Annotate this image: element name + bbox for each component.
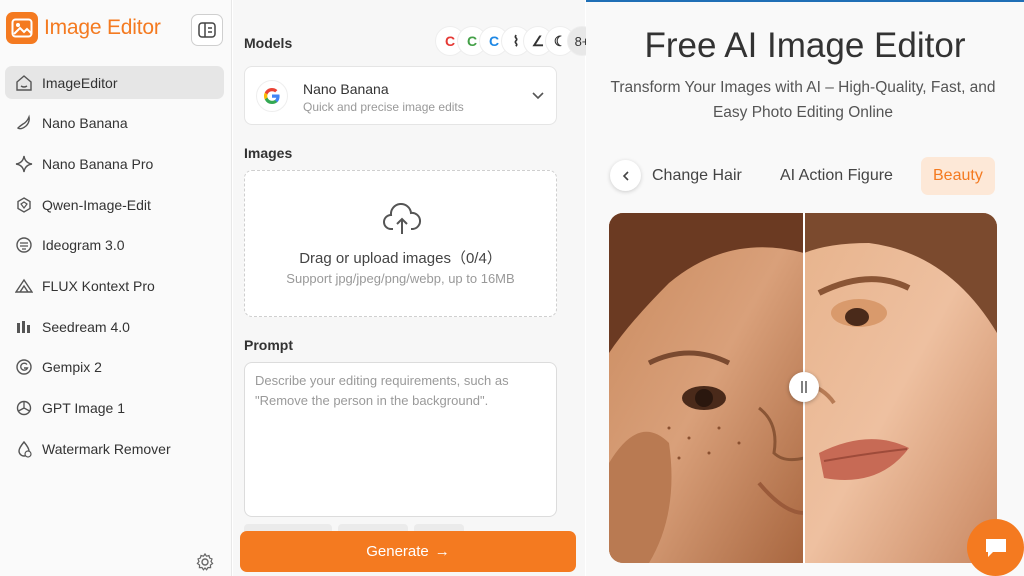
sidebar-item-nano-banana[interactable]: Nano Banana	[5, 107, 224, 140]
sidebar-item-label: FLUX Kontext Pro	[42, 277, 155, 294]
tabs-prev-button[interactable]	[610, 160, 641, 191]
ideogram-icon	[15, 236, 33, 254]
sidebar-item-label: Seedream 4.0	[42, 318, 130, 335]
sidebar-item-qwen-image-edit[interactable]: Qwen-Image-Edit	[5, 188, 224, 221]
images-label: Images	[244, 145, 293, 161]
chat-bubble-icon	[985, 538, 1006, 557]
home-icon	[15, 74, 33, 92]
prompt-label: Prompt	[244, 337, 293, 353]
chat-support-button[interactable]	[967, 519, 1024, 576]
hero-subtitle: Transform Your Images with AI – High-Qua…	[610, 79, 996, 121]
tab-change-hair[interactable]: Change Hair	[640, 157, 754, 195]
hero-section: Free AI Image Editor Transform Your Imag…	[586, 0, 1024, 576]
gempix-icon	[15, 358, 33, 376]
sidebar-toggle-icon	[198, 22, 216, 38]
brand-title: Image Editor	[44, 16, 161, 39]
sidebar-item-gpt-image[interactable]: GPT Image 1	[5, 392, 224, 425]
drag-handle-icon	[801, 381, 807, 393]
model-icons-group[interactable]: C C C ⌇ ∠ ☾ 8+	[435, 26, 597, 56]
chevron-left-icon	[622, 170, 629, 181]
sidebar-item-nano-banana-pro[interactable]: Nano Banana Pro	[5, 147, 224, 180]
brand[interactable]: Image Editor	[6, 12, 161, 44]
upload-hint: Support jpg/jpeg/png/webp, up to 16MB	[286, 271, 515, 286]
sidebar-item-seedream[interactable]: Seedream 4.0	[5, 310, 224, 343]
sidebar-item-label: Nano Banana	[42, 115, 128, 132]
model-select[interactable]: Nano Banana Quick and precise image edit…	[244, 66, 557, 125]
sidebar-item-label: GPT Image 1	[42, 400, 126, 416]
generate-label: Generate	[366, 543, 429, 560]
tab-beauty[interactable]: Beauty	[921, 157, 995, 195]
image-upload-dropzone[interactable]: Drag or upload images（0/4） Support jpg/j…	[244, 170, 557, 317]
seedream-icon	[15, 318, 33, 336]
chevron-down-icon	[532, 92, 544, 100]
upload-title: Drag or upload images（0/4）	[299, 250, 502, 267]
sidebar-item-flux-kontext-pro[interactable]: FLUX Kontext Pro	[5, 269, 224, 302]
sidebar-nav: ImageEditor Nano Banana Nano Banana Pro …	[5, 66, 224, 473]
sparkle-icon	[15, 155, 33, 173]
selected-model-name: Nano Banana	[303, 81, 389, 97]
collapse-sidebar-button[interactable]	[191, 14, 223, 46]
sidebar-item-label: Watermark Remover	[42, 440, 171, 457]
banana-icon	[15, 114, 33, 132]
flux-icon	[15, 277, 33, 295]
settings-gear-icon[interactable]	[195, 552, 215, 572]
sidebar-item-label: ImageEditor	[42, 74, 118, 91]
sidebar-item-label: Qwen-Image-Edit	[42, 196, 151, 213]
watermark-icon	[15, 440, 33, 458]
prompt-input[interactable]	[244, 362, 557, 517]
before-after-comparison[interactable]	[609, 213, 997, 563]
selected-model-description: Quick and precise image edits	[303, 100, 464, 114]
generate-button[interactable]: Generate →	[240, 531, 576, 572]
sidebar-item-watermark-remover[interactable]: Watermark Remover	[5, 432, 224, 465]
tab-ai-action-figure[interactable]: AI Action Figure	[768, 157, 905, 195]
sidebar-item-label: Ideogram 3.0	[42, 237, 125, 254]
sidebar-item-ideogram[interactable]: Ideogram 3.0	[5, 229, 224, 262]
models-label: Models	[244, 35, 293, 51]
top-accent-bar	[586, 0, 1024, 2]
sidebar-item-gempix[interactable]: Gempix 2	[5, 351, 224, 384]
image-editor-logo-icon	[6, 12, 38, 44]
cloud-upload-icon	[383, 203, 422, 234]
hero-title: Free AI Image Editor	[644, 26, 966, 65]
editor-panel: Models C C C ⌇ ∠ ☾ 8+ Nano Banana Quick …	[233, 0, 813, 576]
arrow-right-icon: →	[434, 543, 450, 560]
sidebar: Image Editor ImageEditor Nano Banana Nan…	[0, 0, 232, 576]
qwen-icon	[15, 196, 33, 214]
openai-icon	[15, 399, 33, 417]
sidebar-item-imageeditor[interactable]: ImageEditor	[5, 66, 224, 99]
sidebar-item-label: Gempix 2	[42, 359, 102, 376]
google-icon	[256, 80, 288, 112]
sidebar-item-label: Nano Banana Pro	[42, 155, 154, 172]
comparison-slider-handle[interactable]	[789, 372, 819, 402]
